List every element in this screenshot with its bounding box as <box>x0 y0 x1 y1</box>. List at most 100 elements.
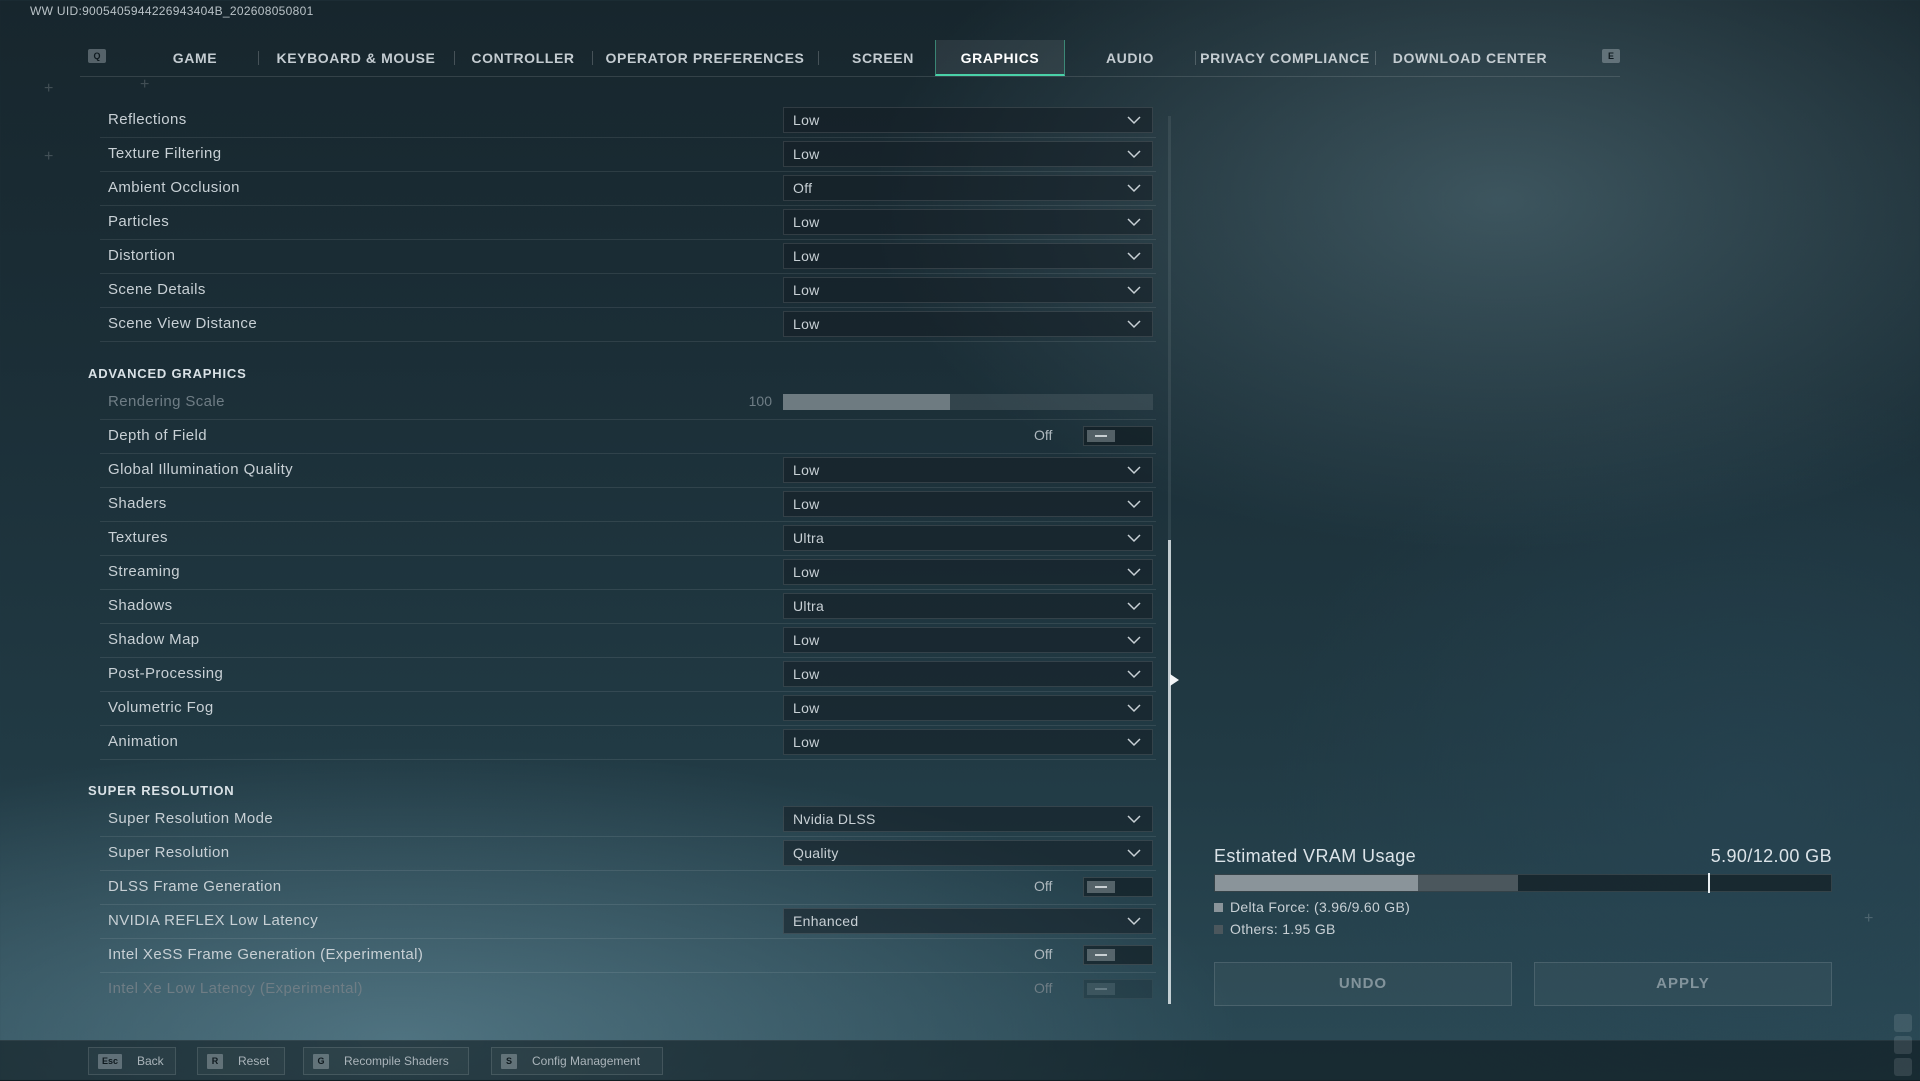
chevron-down-icon <box>1127 636 1141 645</box>
setting-label: Ambient Occlusion <box>108 179 240 196</box>
legend-label: Delta Force: (3.96/9.60 GB) <box>1230 899 1411 915</box>
chevron-down-icon <box>1127 218 1141 227</box>
chevron-down-icon <box>1127 670 1141 679</box>
g-key-icon: G <box>313 1054 329 1069</box>
texture-filtering-dropdown[interactable]: Low <box>783 141 1153 167</box>
dropdown-value: Low <box>793 734 820 750</box>
tab-privacy-compliance[interactable]: PRIVACY COMPLIANCE <box>1195 40 1375 76</box>
scene-view-distance-dropdown[interactable]: Low <box>783 311 1153 337</box>
shadow-map-dropdown[interactable]: Low <box>783 627 1153 653</box>
dropdown-value: Low <box>793 496 820 512</box>
recompile-shaders-button[interactable]: G Recompile Shaders <box>303 1047 469 1075</box>
nvidia-reflex-dropdown[interactable]: Enhanced <box>783 908 1153 934</box>
dropdown-value: Low <box>793 666 820 682</box>
tab-graphics[interactable]: GRAPHICS <box>935 40 1065 76</box>
vram-bar-delta-force <box>1215 875 1419 891</box>
undo-button[interactable]: UNDO <box>1214 962 1512 1006</box>
volumetric-fog-dropdown[interactable]: Low <box>783 695 1153 721</box>
shadows-dropdown[interactable]: Ultra <box>783 593 1153 619</box>
setting-label: Streaming <box>108 563 180 580</box>
chevron-down-icon <box>1127 815 1141 824</box>
s-key-icon: S <box>501 1054 517 1069</box>
back-button[interactable]: Esc Back <box>88 1047 176 1075</box>
animation-dropdown[interactable]: Low <box>783 729 1153 755</box>
tab-download-center[interactable]: DOWNLOAD CENTER <box>1375 40 1565 76</box>
setting-label: Super Resolution Mode <box>108 810 274 827</box>
intel-xess-frame-generation-toggle[interactable] <box>1083 945 1153 965</box>
tab-operator-preferences[interactable]: OPERATOR PREFERENCES <box>592 40 818 76</box>
toggle-knob <box>1087 949 1115 961</box>
chevron-down-icon <box>1127 602 1141 611</box>
config-management-button[interactable]: S Config Management <box>491 1047 663 1075</box>
tab-controller[interactable]: CONTROLLER <box>454 40 592 76</box>
shaders-dropdown[interactable]: Low <box>783 491 1153 517</box>
dropdown-value: Low <box>793 146 820 162</box>
setting-label: Post-Processing <box>108 665 224 682</box>
tab-game[interactable]: GAME <box>132 40 258 76</box>
dropdown-value: Low <box>793 248 820 264</box>
esc-key-icon: Esc <box>98 1054 123 1069</box>
setting-row-shadow-map: Shadow Map Low <box>100 624 1156 658</box>
setting-row-rendering-scale: Rendering Scale 100 <box>100 386 1156 420</box>
microphone-icon[interactable] <box>1894 1014 1912 1032</box>
plus-decoration-icon: + <box>1864 910 1874 927</box>
setting-label: Rendering Scale <box>108 393 225 410</box>
global-illumination-dropdown[interactable]: Low <box>783 457 1153 483</box>
tab-screen[interactable]: SCREEN <box>818 40 948 76</box>
setting-row-distortion: Distortion Low <box>100 240 1156 274</box>
hint-label: Back <box>137 1054 164 1068</box>
headset-icon[interactable] <box>1894 1058 1912 1076</box>
particles-dropdown[interactable]: Low <box>783 209 1153 235</box>
setting-row-nvidia-reflex: NVIDIA REFLEX Low Latency Enhanced <box>100 905 1156 939</box>
tab-audio[interactable]: AUDIO <box>1065 40 1195 76</box>
setting-label: Shadow Map <box>108 631 200 648</box>
chevron-down-icon <box>1127 738 1141 747</box>
vram-legend-delta-force: Delta Force: (3.96/9.60 GB) <box>1214 899 1410 915</box>
setting-label: Intel Xe Low Latency (Experimental) <box>108 980 363 997</box>
distortion-dropdown[interactable]: Low <box>783 243 1153 269</box>
setting-row-particles: Particles Low <box>100 206 1156 240</box>
super-resolution-mode-dropdown[interactable]: Nvidia DLSS <box>783 806 1153 832</box>
apply-button[interactable]: APPLY <box>1534 962 1832 1006</box>
setting-row-intel-xe-low-latency: Intel Xe Low Latency (Experimental) Off <box>100 973 1156 1006</box>
setting-row-shadows: Shadows Ultra <box>100 590 1156 624</box>
intel-xe-low-latency-toggle[interactable] <box>1083 979 1153 999</box>
legend-swatch-icon <box>1214 903 1223 912</box>
settings-scrollbar[interactable] <box>1168 116 1171 1004</box>
setting-row-super-resolution-mode: Super Resolution Mode Nvidia DLSS <box>100 803 1156 837</box>
chevron-down-icon <box>1127 184 1141 193</box>
toggle-state-label: Off <box>1034 980 1053 996</box>
setting-label: Shaders <box>108 495 167 512</box>
tab-prev-key-icon[interactable]: Q <box>88 49 106 63</box>
hint-label: Recompile Shaders <box>344 1054 449 1068</box>
tab-keyboard-mouse[interactable]: KEYBOARD & MOUSE <box>258 40 454 76</box>
textures-dropdown[interactable]: Ultra <box>783 525 1153 551</box>
dropdown-value: Off <box>793 180 813 196</box>
dropdown-value: Low <box>793 316 820 332</box>
ambient-occlusion-dropdown[interactable]: Off <box>783 175 1153 201</box>
post-processing-dropdown[interactable]: Low <box>783 661 1153 687</box>
depth-of-field-toggle[interactable] <box>1083 426 1153 446</box>
reset-button[interactable]: R Reset <box>197 1047 285 1075</box>
dropdown-value: Nvidia DLSS <box>793 811 876 827</box>
scene-details-dropdown[interactable]: Low <box>783 277 1153 303</box>
vram-usage-value: 5.90/12.00 GB <box>1710 846 1832 866</box>
hint-label: Reset <box>238 1054 270 1068</box>
streaming-dropdown[interactable]: Low <box>783 559 1153 585</box>
scrollbar-thumb[interactable] <box>1168 540 1171 1004</box>
setting-row-scene-view-distance: Scene View Distance Low <box>100 308 1156 342</box>
super-resolution-dropdown[interactable]: Quality <box>783 840 1153 866</box>
dropdown-value: Ultra <box>793 598 825 614</box>
chevron-down-icon <box>1127 568 1141 577</box>
setting-label: Super Resolution <box>108 844 230 861</box>
eye-icon[interactable] <box>1894 1036 1912 1054</box>
setting-row-volumetric-fog: Volumetric Fog Low <box>100 692 1156 726</box>
dropdown-value: Enhanced <box>793 913 859 929</box>
dropdown-value: Low <box>793 700 820 716</box>
tab-next-key-icon[interactable]: E <box>1602 49 1620 63</box>
reflections-dropdown[interactable]: Low <box>783 107 1153 133</box>
setting-row-animation: Animation Low <box>100 726 1156 760</box>
rendering-scale-slider[interactable] <box>783 394 1153 410</box>
vram-bar-others <box>1418 875 1519 891</box>
dlss-frame-generation-toggle[interactable] <box>1083 877 1153 897</box>
